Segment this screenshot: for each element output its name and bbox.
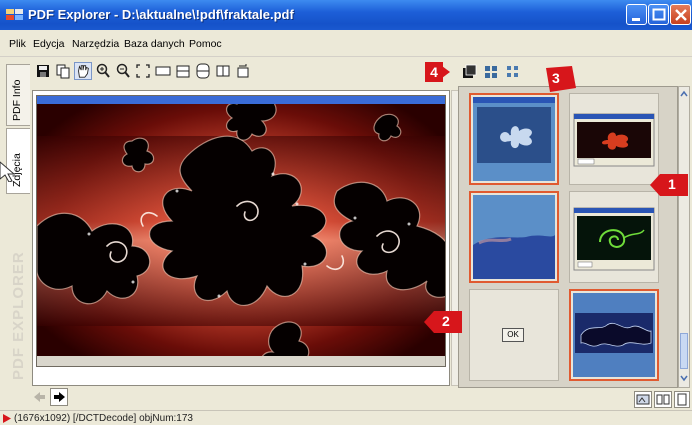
menu-bar: Plik Edycja Narzędzia Baza danych Pomoc	[0, 30, 692, 57]
fractal-picture	[37, 96, 445, 366]
fractal-image	[36, 95, 446, 367]
compare-icon	[656, 394, 670, 405]
large-thumbnails-icon[interactable]	[461, 64, 477, 80]
menu-plik[interactable]: Plik	[9, 38, 26, 50]
minimize-icon	[632, 18, 640, 21]
zoom-in-icon[interactable]	[94, 62, 112, 80]
thumbnail-item[interactable]: OK	[469, 289, 559, 381]
green-spiral-thumbnail	[573, 207, 655, 271]
mandelbrot-dark-thumbnail	[573, 113, 655, 167]
page-navigation	[32, 388, 72, 408]
thumbnail-item[interactable]	[569, 289, 659, 381]
menu-baza-danych[interactable]: Baza danych	[124, 38, 185, 50]
small-thumbnails-icon[interactable]	[483, 64, 499, 80]
status-bar: (1676x1092) [/DCTDecode] objNum:173	[0, 410, 692, 425]
close-button[interactable]	[670, 4, 691, 25]
app-icon	[6, 9, 23, 20]
rotate-icon[interactable]	[234, 62, 252, 80]
image-viewer[interactable]	[32, 90, 450, 386]
document-icon	[677, 393, 687, 406]
maximize-button[interactable]	[648, 4, 669, 25]
menu-narzedzia[interactable]: Narzędzia	[72, 38, 119, 50]
thumbnail-item[interactable]	[569, 191, 659, 283]
menu-edycja[interactable]: Edycja	[33, 38, 65, 50]
scroll-thumb[interactable]	[680, 333, 688, 369]
next-page-button[interactable]	[50, 388, 68, 406]
pdf-explorer-window: PDF Explorer - D:\aktualne\!pdf\fraktale…	[0, 0, 692, 425]
maximize-icon	[652, 8, 666, 21]
thumbnail-item[interactable]	[569, 93, 659, 185]
menu-pomoc[interactable]: Pomoc	[189, 38, 222, 50]
fit-page-icon[interactable]	[134, 62, 152, 80]
close-icon	[675, 9, 687, 21]
save-icon[interactable]	[34, 62, 52, 80]
tab-pdf-info[interactable]: PDF Info	[6, 64, 30, 126]
previous-page-icon[interactable]	[32, 390, 46, 404]
left-tab-strip: PDF Info Zdjęcia PDF EXPLORER	[6, 58, 30, 388]
embedded-window-titlebar	[37, 96, 445, 104]
annotation-badge-2: 2	[442, 313, 450, 329]
image-export-icon	[636, 394, 650, 405]
scroll-up-icon[interactable]	[679, 89, 689, 99]
panel-tool-button[interactable]	[634, 391, 652, 408]
blue-gradient-thumbnail	[473, 195, 555, 279]
status-text: (1676x1092) [/DCTDecode] objNum:173	[14, 413, 193, 424]
copy-icon[interactable]	[54, 62, 72, 80]
badge-4-pointer-icon	[442, 66, 450, 78]
julia-blue-thumbnail	[573, 293, 655, 377]
panel-tool-button[interactable]	[654, 391, 672, 408]
thumbnail-item[interactable]	[469, 191, 559, 283]
thumbnail-panel[interactable]: OK	[458, 86, 678, 388]
details-view-icon[interactable]	[505, 64, 521, 80]
single-page-icon[interactable]	[174, 62, 192, 80]
title-bar[interactable]: PDF Explorer - D:\aktualne\!pdf\fraktale…	[0, 0, 692, 30]
minimize-button[interactable]	[626, 4, 647, 25]
panel-tool-button[interactable]	[674, 391, 690, 408]
window-title: PDF Explorer - D:\aktualne\!pdf\fraktale…	[28, 7, 294, 22]
thumbnail-item[interactable]	[469, 93, 559, 185]
next-page-icon	[54, 392, 65, 402]
annotation-badge-1: 1	[668, 176, 676, 192]
thumbnail-scrollbar[interactable]	[678, 86, 690, 388]
annotation-badge-4: 4	[425, 62, 443, 82]
mandelbrot-blue-thumbnail	[473, 97, 555, 181]
embedded-window-statusbar	[37, 356, 445, 366]
scroll-down-icon[interactable]	[679, 373, 689, 383]
status-arrow-icon	[3, 414, 11, 423]
fit-width-icon[interactable]	[154, 62, 172, 80]
facing-pages-icon[interactable]	[214, 62, 232, 80]
tab-pdf-info-label: PDF Info	[11, 79, 23, 121]
zoom-out-icon[interactable]	[114, 62, 132, 80]
ok-button[interactable]: OK	[502, 328, 524, 342]
continuous-page-icon[interactable]	[194, 62, 212, 80]
watermark: PDF EXPLORER	[10, 251, 27, 380]
annotation-badge-3: 3	[552, 70, 560, 86]
hand-tool-icon[interactable]	[74, 62, 92, 80]
left-pointer-arrow-icon	[0, 161, 16, 182]
